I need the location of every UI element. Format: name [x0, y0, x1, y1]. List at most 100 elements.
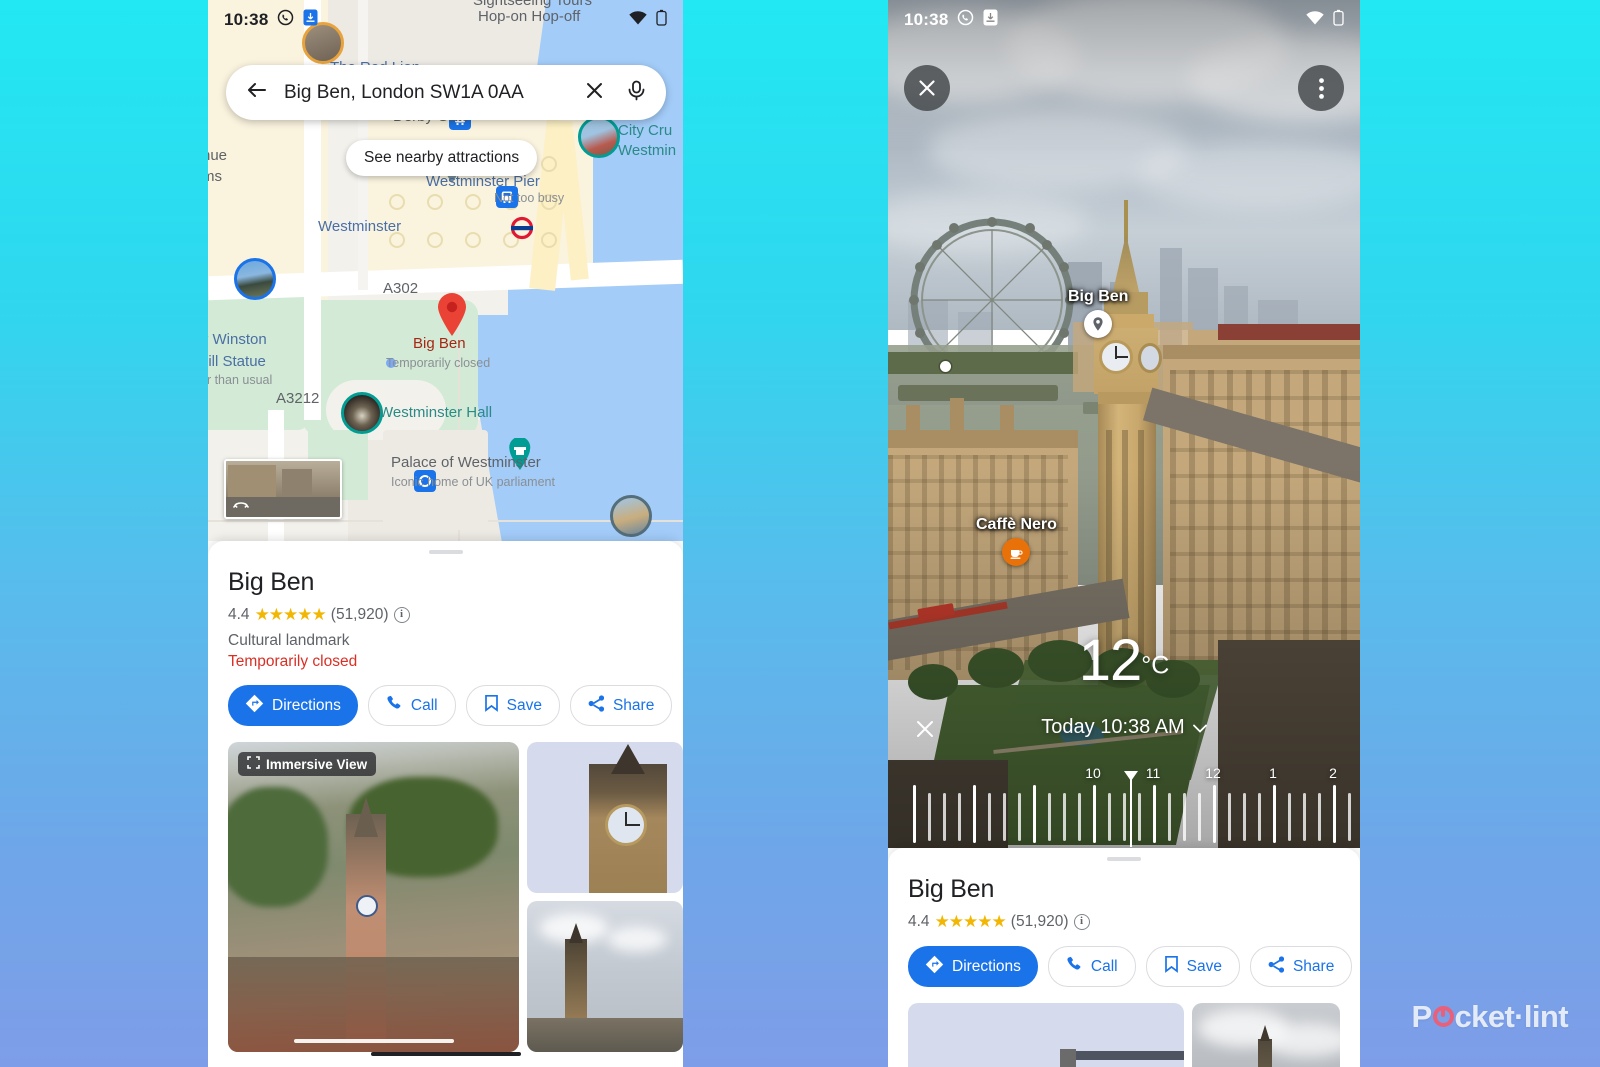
photo-big-ben-clouds[interactable] — [1192, 1003, 1340, 1067]
pocketlint-watermark: Pcket·lint — [1411, 999, 1568, 1035]
search-bar[interactable]: Big Ben, London SW1A 0AA — [226, 65, 666, 120]
photo-immersive-thumbnail[interactable] — [908, 1003, 1185, 1067]
time-slider-tick — [1213, 785, 1216, 843]
call-button[interactable]: Call — [367, 685, 456, 726]
sheet-drag-handle[interactable] — [1107, 857, 1141, 861]
share-button[interactable]: Share — [569, 685, 673, 726]
watermark-text-after: cket·lint — [1454, 999, 1569, 1034]
call-button[interactable]: Call — [1047, 946, 1136, 987]
cafe-icon — [1002, 538, 1031, 566]
action-buttons-left: Directions Call Save Share — [228, 685, 673, 726]
photo-scroll-indicator[interactable] — [293, 1039, 454, 1043]
time-slider-tick — [1303, 793, 1306, 841]
phone-icon — [386, 695, 403, 717]
directions-icon — [925, 955, 944, 979]
call-label: Call — [1090, 957, 1118, 975]
battery-icon — [1333, 9, 1344, 31]
share-icon — [1268, 955, 1285, 978]
weather-time-row[interactable]: Today 10:38 AM — [888, 716, 1360, 739]
close-immersive-button[interactable] — [904, 65, 950, 111]
time-slider-tick — [958, 793, 961, 841]
time-slider-tick — [1288, 793, 1291, 841]
search-input[interactable]: Big Ben, London SW1A 0AA — [284, 82, 584, 104]
bookmark-icon — [484, 694, 499, 717]
map-label: Iconic home of UK parliament — [391, 475, 555, 489]
time-slider[interactable]: 10 11 12 1 2 — [888, 765, 1360, 848]
place-details-sheet-right: Big Ben 4.4 ★★★★★ (51,920) i Directions — [888, 848, 1360, 1067]
more-options-button[interactable] — [1298, 65, 1344, 111]
directions-button[interactable]: Directions — [228, 685, 358, 726]
review-count: (51,920) — [1010, 913, 1069, 930]
share-button[interactable]: Share — [1249, 946, 1353, 987]
android-gesture-bar-left[interactable] — [370, 1052, 521, 1056]
rating-row: 4.4 ★★★★★ (51,920) i — [908, 912, 1340, 932]
scene-pin-caffe-nero-label: Caffè Nero — [976, 516, 1057, 533]
map-label: ms — [208, 168, 222, 185]
save-label: Save — [1186, 957, 1222, 975]
whatsapp-icon — [277, 9, 294, 31]
time-slider-cursor[interactable] — [1123, 771, 1139, 848]
scene-pin-big-ben[interactable]: Big Ben — [1068, 288, 1128, 338]
see-nearby-attractions-chip[interactable]: See nearby attractions — [346, 140, 538, 176]
time-slider-hour-label: 12 — [1205, 765, 1221, 781]
directions-label: Directions — [952, 957, 1021, 975]
map-label: Big Ben — [413, 335, 466, 352]
time-slider-tick — [1228, 793, 1231, 841]
map-marker-big-ben[interactable] — [436, 292, 468, 341]
time-slider-tick — [988, 793, 991, 841]
rating-info-icon[interactable]: i — [1073, 914, 1090, 930]
save-label: Save — [506, 696, 542, 714]
time-slider-tick — [1108, 793, 1111, 841]
map-photopin-palace-of-westminster[interactable] — [610, 495, 652, 537]
time-slider-tick — [1273, 785, 1276, 843]
rating-value: 4.4 — [908, 913, 930, 930]
save-button[interactable]: Save — [1145, 946, 1240, 987]
directions-button[interactable]: Directions — [908, 946, 1038, 987]
status-badge: Temporarily closed — [228, 653, 358, 670]
map-photopin-city-cruises[interactable] — [578, 116, 620, 158]
chevron-down-icon[interactable] — [1192, 716, 1207, 739]
immersive-view-canvas[interactable]: Big Ben Caffè Nero 12°C Today 10:38 AM 1 — [888, 0, 1360, 848]
share-label: Share — [612, 696, 655, 714]
sheet-drag-handle[interactable] — [428, 550, 463, 554]
time-slider-tick — [1093, 785, 1096, 843]
wifi-icon — [1306, 10, 1324, 30]
call-label: Call — [410, 696, 438, 714]
map-label: Temporarily closed — [386, 356, 491, 370]
screen-record-icon — [303, 9, 318, 31]
photo-gallery-left: Immersive View — [228, 742, 683, 1052]
weather-temperature: 12°C — [888, 627, 1360, 694]
map-label: A302 — [383, 280, 419, 297]
map-label: Not too busy — [494, 191, 565, 205]
photo-clock-face[interactable] — [527, 742, 683, 893]
map-photopin-churchill-statue[interactable] — [234, 258, 276, 300]
photo-gallery-right — [908, 1003, 1340, 1067]
map-label: ir Winston — [208, 331, 267, 348]
place-pin-icon — [1084, 310, 1113, 338]
map-label: Westminster — [318, 218, 402, 235]
time-slider-tick — [1198, 793, 1201, 841]
rating-info-icon[interactable]: i — [393, 607, 410, 623]
map-photopin-westminster-hall[interactable] — [341, 392, 383, 434]
back-arrow-icon[interactable] — [246, 79, 268, 106]
map-label: Palace of Westminster — [391, 454, 541, 471]
time-slider-tick — [1153, 785, 1156, 843]
map-label: er than usual — [208, 373, 273, 387]
time-slider-hour-label: 10 — [1085, 765, 1101, 781]
save-button[interactable]: Save — [465, 685, 560, 726]
time-slider-tick — [1243, 793, 1246, 841]
photo-big-ben-skyline[interactable] — [527, 901, 683, 1052]
star-rating-icon: ★★★★★ — [934, 912, 1007, 931]
scene-dot-unnamed[interactable] — [940, 361, 951, 372]
rating-value: 4.4 — [228, 606, 250, 623]
time-slider-tick — [1168, 793, 1171, 841]
scene-pin-caffe-nero[interactable]: Caffè Nero — [976, 516, 1057, 566]
map-icon-underground-roundel[interactable] — [510, 216, 534, 240]
page-title: Big Ben — [228, 568, 315, 596]
microphone-icon[interactable] — [627, 80, 646, 106]
immersive-view-badge: Immersive View — [238, 752, 377, 776]
immersive-view-photo[interactable]: Immersive View — [228, 742, 519, 1052]
clear-search-icon[interactable] — [584, 80, 605, 106]
phone-right-immersive-view: Big Ben Caffè Nero 12°C Today 10:38 AM 1 — [888, 0, 1360, 1067]
street-view-thumbnail[interactable] — [224, 459, 342, 519]
